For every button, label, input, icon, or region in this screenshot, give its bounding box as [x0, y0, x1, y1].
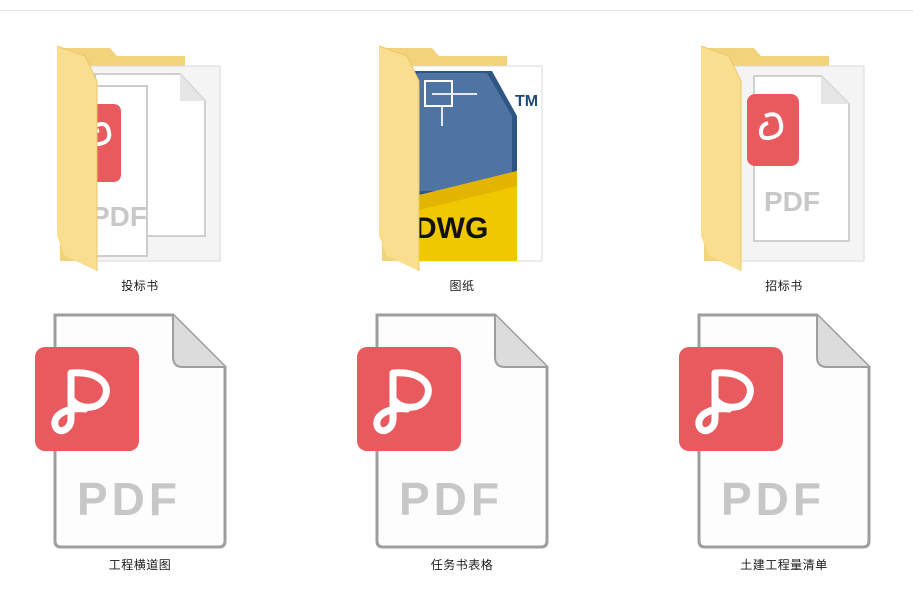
file-item[interactable]: PDF 工程横道图	[10, 305, 270, 580]
folder-icon: DWG TM	[377, 45, 552, 271]
pdf-text: PDF	[91, 201, 147, 232]
folder-icon: PDF	[55, 45, 230, 271]
item-label: 招标书	[765, 279, 803, 293]
pdf-file-icon: PDF	[33, 311, 233, 551]
dwg-text: DWG	[415, 212, 488, 245]
item-label: 任务书表格	[430, 558, 494, 572]
file-item[interactable]: PDF 任务书表格	[332, 305, 592, 580]
file-item[interactable]: PDF 土建工程量清单	[654, 305, 913, 580]
pdf-text: PDF	[721, 473, 825, 525]
item-label: 投标书	[121, 279, 159, 293]
item-label: 工程横道图	[108, 558, 172, 572]
pdf-text: PDF	[399, 473, 503, 525]
item-label: 土建工程量清单	[740, 558, 828, 572]
pdf-text: PDF	[764, 186, 820, 217]
folder-item[interactable]: PDF 招标书	[654, 40, 913, 300]
tm-text: TM	[515, 93, 538, 110]
pdf-file-icon: PDF	[355, 311, 555, 551]
pdf-text: PDF	[77, 473, 181, 525]
top-divider	[0, 10, 913, 11]
folder-item[interactable]: DWG TM 图纸	[332, 40, 592, 300]
item-label: 图纸	[449, 279, 475, 293]
folder-icon: PDF	[699, 45, 874, 271]
pdf-file-icon: PDF	[677, 311, 877, 551]
folder-item[interactable]: PDF 投标书	[10, 40, 270, 300]
